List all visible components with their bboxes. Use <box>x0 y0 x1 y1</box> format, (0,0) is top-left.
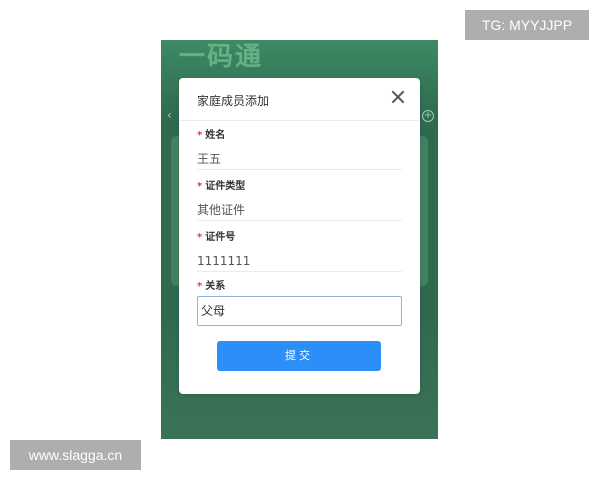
screenshot-page: 一码通 ‹ + 家庭成员添加 * 姓名 王五 * 证件类型 其他证件 * 证件号 11… <box>0 0 600 480</box>
relationship-input[interactable]: 父母 <box>197 296 402 326</box>
id-type-label: * 证件类型 <box>197 181 246 192</box>
id-number-field: * 证件号 1111111 <box>197 231 402 272</box>
submit-button[interactable]: 提交 <box>217 341 381 371</box>
watermark-top-right: TG: MYYJJPP <box>465 10 589 40</box>
relationship-label: * 关系 <box>197 281 226 292</box>
id-number-value[interactable]: 1111111 <box>197 250 402 272</box>
required-marker: * <box>197 130 203 141</box>
name-value[interactable]: 王五 <box>197 148 402 170</box>
close-icon[interactable] <box>390 89 406 105</box>
required-marker: * <box>197 232 203 243</box>
watermark-bottom-left: www.slagga.cn <box>10 440 141 470</box>
required-marker: * <box>197 181 203 192</box>
add-family-member-dialog: 家庭成员添加 * 姓名 王五 * 证件类型 其他证件 * 证件号 1111111 * 关… <box>179 78 420 394</box>
chevron-left-icon: ‹ <box>167 108 172 122</box>
required-marker: * <box>197 281 203 292</box>
banner-title: 一码通 <box>179 42 264 72</box>
id-type-field: * 证件类型 其他证件 <box>197 180 402 221</box>
name-label: * 姓名 <box>197 130 226 141</box>
plus-icon: + <box>422 110 434 122</box>
id-number-label: * 证件号 <box>197 232 236 243</box>
name-field: * 姓名 王五 <box>197 129 402 170</box>
dialog-header: 家庭成员添加 <box>179 78 420 121</box>
id-type-value[interactable]: 其他证件 <box>197 199 402 221</box>
dialog-title: 家庭成员添加 <box>197 94 270 108</box>
relationship-field: * 关系 父母 <box>197 280 402 326</box>
